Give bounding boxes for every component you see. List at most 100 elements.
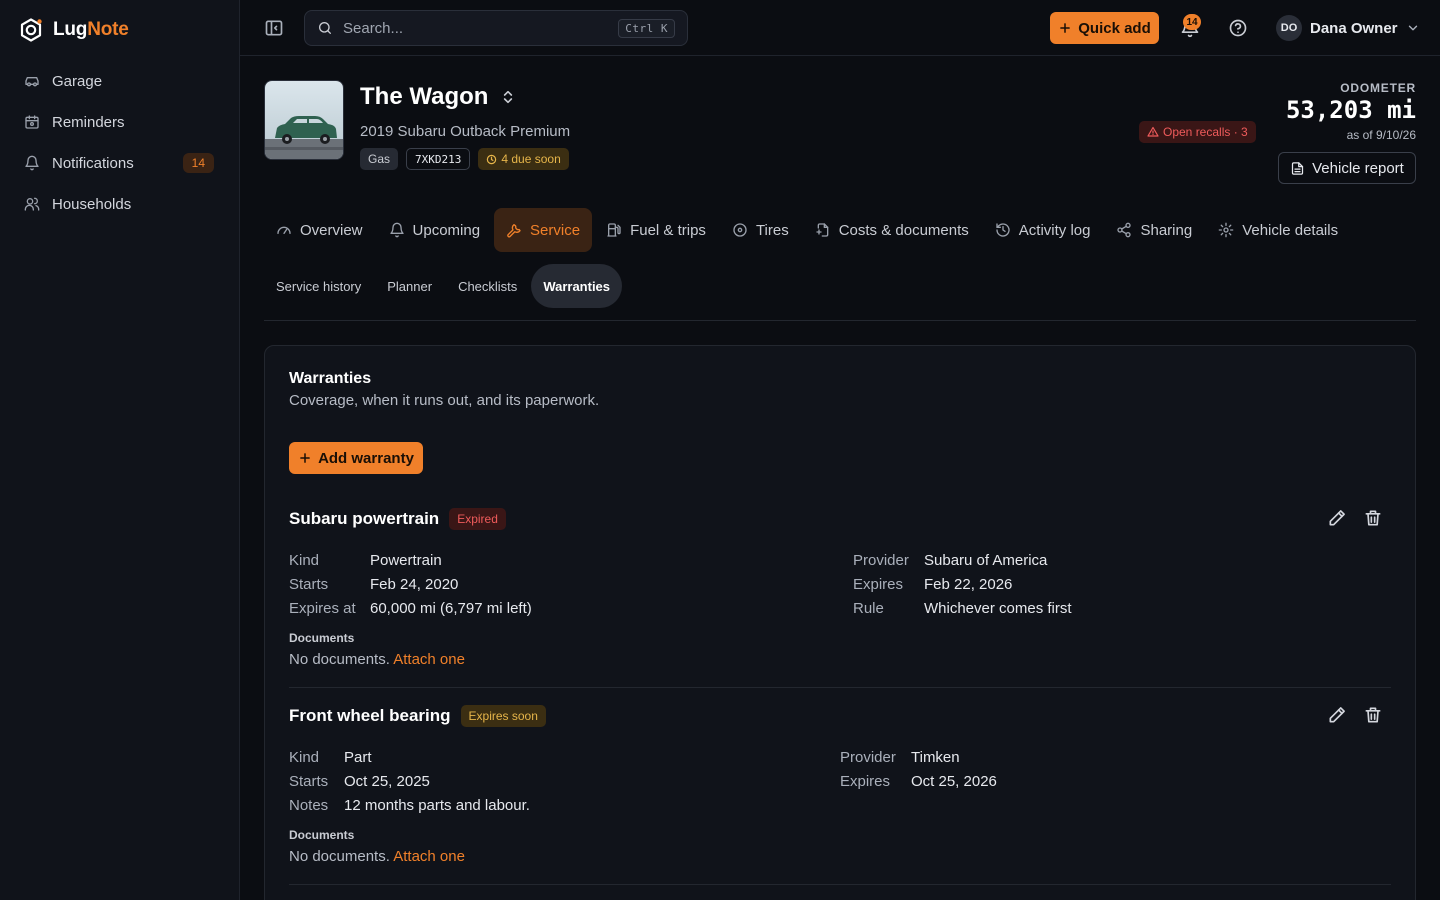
subtab-service-history[interactable]: Service history <box>264 264 373 308</box>
sidebar-item-garage[interactable]: Garage <box>12 62 228 100</box>
lug-nut-logo-icon <box>18 17 44 43</box>
document-icon <box>1290 161 1305 176</box>
warning-triangle-icon <box>1147 126 1159 138</box>
calendar-icon <box>24 114 40 130</box>
car-icon <box>24 73 40 89</box>
vehicle-tabs: Overview Upcoming Service Fuel & trips T… <box>264 208 1350 252</box>
bell-icon <box>24 155 40 171</box>
detail-key: Provider <box>853 551 909 569</box>
chevrons-up-down-icon[interactable] <box>500 89 516 105</box>
tab-overview[interactable]: Overview <box>264 208 375 252</box>
due-soon-label: 4 due soon <box>501 152 561 166</box>
tab-label: Costs & documents <box>838 221 969 239</box>
license-plate-chip: 7XKD213 <box>406 148 471 170</box>
detail-value: Timken <box>911 748 960 766</box>
tab-label: Activity log <box>1018 221 1091 239</box>
detail-key: Notes <box>289 796 329 814</box>
vehicle-report-label: Vehicle report <box>1312 159 1404 177</box>
quick-add-button[interactable]: Quick add <box>1050 12 1159 44</box>
user-menu[interactable]: DO Dana Owner <box>1276 14 1420 42</box>
vehicle-subtitle: 2019 Subaru Outback Premium <box>360 123 571 140</box>
vehicle-report-button[interactable]: Vehicle report <box>1278 152 1416 184</box>
add-warranty-button[interactable]: Add warranty <box>289 442 423 474</box>
tab-label: Service <box>530 221 581 239</box>
warranty-details-left: Kind Part Starts Oct 25, 2025 Notes 12 mont… <box>289 745 530 817</box>
sidebar-item-notifications[interactable]: Notifications 14 <box>12 144 228 182</box>
search-box[interactable]: Ctrl K <box>304 10 688 46</box>
divider <box>264 320 1416 321</box>
detail-key: Provider <box>840 748 896 766</box>
delete-trash-icon[interactable] <box>1363 508 1383 528</box>
vehicle-chips: Gas 7XKD213 4 due soon <box>360 148 569 170</box>
receipt-icon <box>815 222 831 238</box>
warranty-name: Front wheel bearing <box>289 706 451 725</box>
sidebar-item-label: Garage <box>52 72 103 90</box>
edit-pencil-icon[interactable] <box>1327 508 1347 528</box>
warranty-header: Front wheel bearing Expires soon <box>289 703 1391 729</box>
detail-key: Expires <box>853 575 904 593</box>
delete-trash-icon[interactable] <box>1363 705 1383 725</box>
tab-label: Vehicle details <box>1242 221 1339 239</box>
sidebar-item-reminders[interactable]: Reminders <box>12 103 228 141</box>
quick-add-label: Quick add <box>1078 19 1151 37</box>
tab-vehicle-details[interactable]: Vehicle details <box>1206 208 1350 252</box>
search-icon <box>317 20 333 36</box>
tab-tires[interactable]: Tires <box>720 208 801 252</box>
status-badge: Expires soon <box>460 705 546 727</box>
brand-name: LugNote <box>53 19 129 40</box>
detail-key: Kind <box>289 551 320 569</box>
tab-label: Fuel & trips <box>630 221 706 239</box>
sidebar: LugNote Garage Reminders Notifications 1… <box>0 0 240 900</box>
sidebar-item-label: Reminders <box>52 113 125 131</box>
tab-service[interactable]: Service <box>494 208 593 252</box>
odometer-date: as of 9/10/26 <box>1346 128 1416 142</box>
gauge-icon <box>276 222 292 238</box>
sidebar-item-households[interactable]: Households <box>12 185 228 223</box>
attach-document-link[interactable]: Attach one <box>393 651 465 668</box>
sidebar-toggle-icon[interactable] <box>264 18 284 38</box>
detail-key: Expires <box>840 772 891 790</box>
subtab-checklists[interactable]: Checklists <box>446 264 529 308</box>
warranty-actions <box>1327 508 1383 528</box>
vehicle-photo <box>264 80 344 160</box>
tab-activity-log[interactable]: Activity log <box>983 208 1103 252</box>
clock-icon <box>486 154 497 165</box>
warranty-header: Subaru powertrain Expired <box>289 506 1391 532</box>
help-icon[interactable] <box>1228 18 1248 38</box>
detail-value: Subaru of America <box>924 551 1048 569</box>
tab-sharing[interactable]: Sharing <box>1104 208 1204 252</box>
warranty-actions <box>1327 705 1383 725</box>
detail-value: Feb 22, 2026 <box>924 575 1013 593</box>
fuel-type-chip: Gas <box>360 148 399 170</box>
detail-value: Oct 25, 2026 <box>911 772 997 790</box>
history-icon <box>995 222 1011 238</box>
detail-value: Feb 24, 2020 <box>370 575 459 593</box>
subtab-planner[interactable]: Planner <box>375 264 444 308</box>
search-input[interactable] <box>343 19 609 37</box>
due-soon-chip[interactable]: 4 due soon <box>478 148 569 170</box>
detail-key: Kind <box>289 748 320 766</box>
detail-value: Part <box>344 748 372 766</box>
notification-count-badge: 14 <box>182 153 214 173</box>
subtab-warranties[interactable]: Warranties <box>531 264 623 308</box>
bell-icon <box>389 222 405 238</box>
attach-document-link[interactable]: Attach one <box>393 848 465 865</box>
app-logo[interactable]: LugNote <box>18 16 129 44</box>
plus-icon <box>1058 21 1072 35</box>
tab-upcoming[interactable]: Upcoming <box>377 208 493 252</box>
open-recalls-label: Open recalls · 3 <box>1163 125 1248 139</box>
documents-label: Documents <box>289 828 355 842</box>
warranties-card: Warranties Coverage, when it runs out, a… <box>264 345 1416 900</box>
tab-costs-documents[interactable]: Costs & documents <box>803 208 981 252</box>
detail-key: Starts <box>289 772 329 790</box>
detail-value: Oct 25, 2025 <box>344 772 430 790</box>
search-shortcut-hint: Ctrl K <box>618 18 675 38</box>
detail-key: Starts <box>289 575 329 593</box>
edit-pencil-icon[interactable] <box>1327 705 1347 725</box>
tab-fuel-trips[interactable]: Fuel & trips <box>594 208 718 252</box>
card-subtitle: Coverage, when it runs out, and its pape… <box>289 392 600 409</box>
vehicle-title: The Wagon <box>360 82 516 112</box>
avatar: DO <box>1276 15 1302 41</box>
user-name: Dana Owner <box>1310 19 1398 37</box>
open-recalls-badge[interactable]: Open recalls · 3 <box>1139 121 1256 143</box>
